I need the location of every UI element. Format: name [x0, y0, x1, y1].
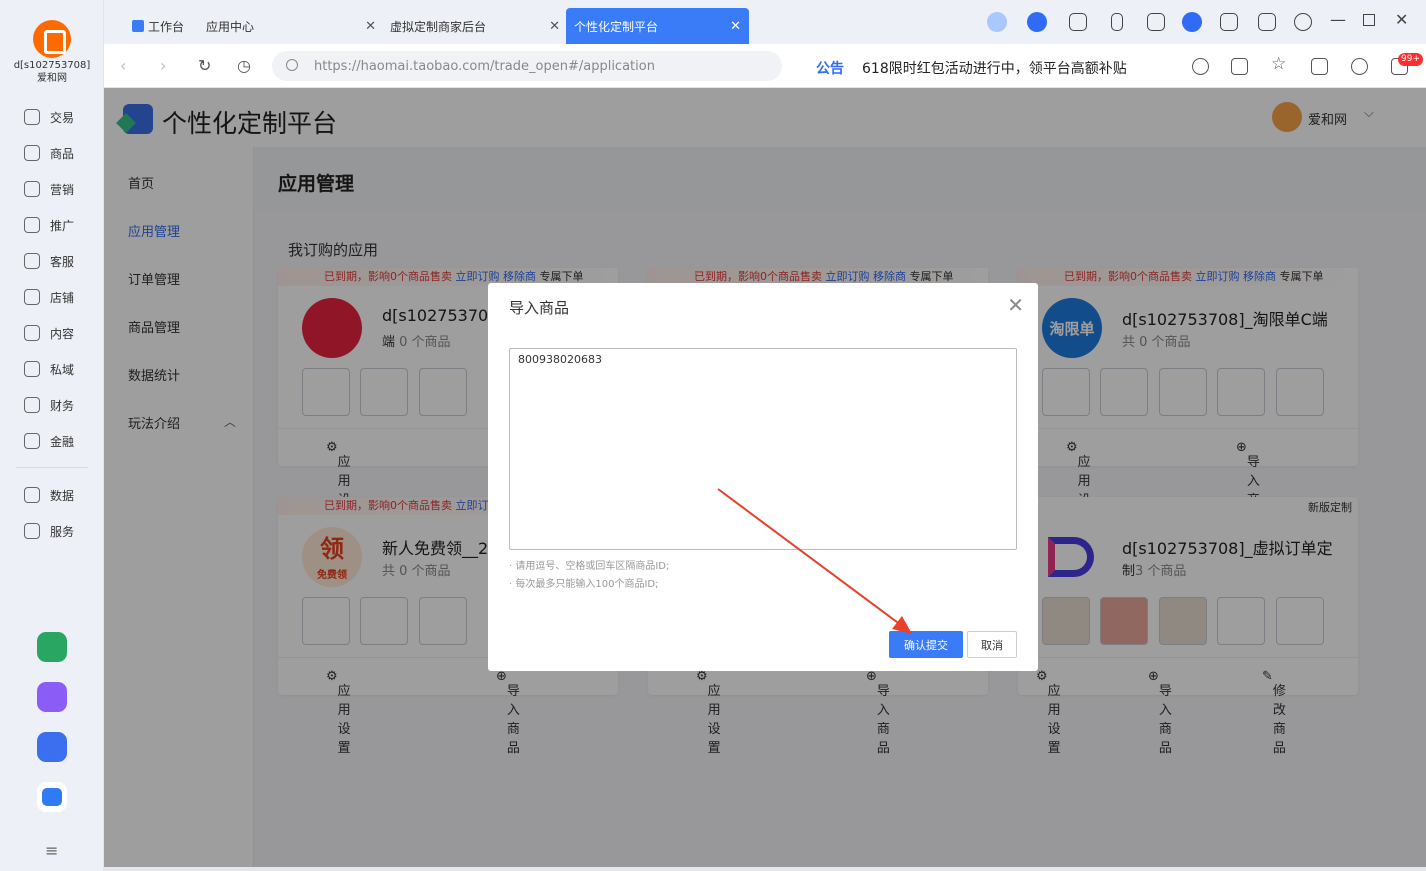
- shirt-icon[interactable]: [1258, 13, 1276, 31]
- headset-icon: [24, 253, 40, 269]
- settings-icon[interactable]: [1294, 13, 1312, 31]
- phone-icon[interactable]: [1111, 13, 1123, 31]
- sidebar-item-finance[interactable]: 财务: [24, 395, 74, 415]
- yuan-icon: [24, 397, 40, 413]
- sidebar-item-goods[interactable]: 商品: [24, 143, 74, 163]
- sidebar-item-data[interactable]: 数据: [24, 485, 74, 505]
- star-icon[interactable]: ☆: [1271, 54, 1288, 74]
- history-icon[interactable]: ◷: [237, 56, 251, 75]
- lightning-icon[interactable]: [1027, 12, 1047, 32]
- store-icon: [24, 289, 40, 305]
- trade-icon: [24, 109, 40, 125]
- back-icon[interactable]: ‹: [120, 56, 126, 75]
- coin-icon: [24, 433, 40, 449]
- forward-icon[interactable]: ›: [160, 56, 166, 75]
- sidebar-item-promote[interactable]: 推广: [24, 215, 74, 235]
- tab-merchant[interactable]: 虚拟定制商家后台 ✕: [390, 8, 560, 44]
- tab-app-center[interactable]: 应用中心 ✕: [206, 8, 376, 44]
- dialog-title: 导入商品: [509, 299, 570, 317]
- close-icon[interactable]: ✕: [549, 19, 560, 34]
- megaphone-icon: [24, 181, 40, 197]
- hint-text: · 请用逗号、空格或回车区隔商品ID;: [509, 561, 670, 572]
- message-badge: 99+: [1398, 53, 1423, 66]
- users-icon: [24, 361, 40, 377]
- user-id: d[s102753708] 爱和网: [13, 60, 91, 84]
- tab-workbench[interactable]: 工作台: [132, 8, 212, 44]
- close-icon[interactable]: ✕: [730, 19, 741, 34]
- refresh-icon[interactable]: [1192, 58, 1209, 75]
- home-icon: [132, 20, 144, 32]
- search-icon: [286, 59, 298, 71]
- status-strip: [104, 867, 1426, 871]
- address-bar: ‹ › ↻ ◷ https://haomai.taobao.com/trade_…: [104, 44, 1426, 88]
- cloud-icon[interactable]: [987, 12, 1007, 32]
- crown-app-icon[interactable]: [37, 732, 67, 762]
- url-field[interactable]: https://haomai.taobao.com/trade_open#/ap…: [272, 51, 782, 81]
- qianniu-logo-icon[interactable]: [33, 20, 71, 58]
- sidebar-item-trade[interactable]: 交易: [24, 107, 74, 127]
- grid-icon: [24, 523, 40, 539]
- cancel-button[interactable]: 取消: [967, 631, 1017, 658]
- tab-bar: 工作台 应用中心 ✕ 虚拟定制商家后台 ✕ 个性化定制平台 ✕ — ✕: [104, 0, 1426, 44]
- sidebar-item-content[interactable]: 内容: [24, 323, 74, 343]
- confirm-submit-button[interactable]: 确认提交: [889, 631, 963, 658]
- chart-icon: [24, 487, 40, 503]
- app-sidebar: d[s102753708] 爱和网 交易 商品 营销 推广 客服 店铺 内容 私域…: [0, 0, 104, 871]
- user-circle-icon[interactable]: [1182, 12, 1202, 32]
- sidebar-item-shop[interactable]: 店铺: [24, 287, 74, 307]
- announcement-text[interactable]: 618限时红包活动进行中，领平台高额补贴: [862, 58, 1127, 78]
- sidebar-item-banking[interactable]: 金融: [24, 431, 74, 451]
- goods-id-input[interactable]: 800938020683: [509, 348, 1017, 550]
- smile-icon[interactable]: [1351, 58, 1368, 75]
- layout-icon[interactable]: [1147, 13, 1165, 31]
- hint-text: · 每次最多只能输入100个商品ID;: [509, 579, 659, 590]
- bag-app-icon[interactable]: [37, 782, 67, 812]
- sidebar-item-marketing[interactable]: 营销: [24, 179, 74, 199]
- menu-icon[interactable]: ≡: [45, 841, 58, 860]
- reload-icon[interactable]: ↻: [198, 56, 211, 75]
- app-shortcut-icon[interactable]: [37, 632, 67, 662]
- file-icon[interactable]: [1311, 58, 1328, 75]
- edit-icon[interactable]: [1220, 13, 1238, 31]
- close-icon[interactable]: ✕: [1007, 293, 1024, 317]
- goods-icon: [24, 145, 40, 161]
- sidebar-item-services[interactable]: 服务: [24, 521, 74, 541]
- announcement-label: 公告: [816, 61, 844, 77]
- close-window-icon[interactable]: ✕: [1395, 10, 1408, 29]
- import-dialog: 导入商品 ✕ 800938020683 · 请用逗号、空格或回车区隔商品ID; …: [488, 283, 1038, 671]
- window-icon[interactable]: [1069, 13, 1087, 31]
- close-icon[interactable]: ✕: [365, 19, 376, 34]
- minimize-icon[interactable]: —: [1330, 10, 1346, 29]
- notes-app-icon[interactable]: [37, 682, 67, 712]
- copy-icon[interactable]: [1231, 58, 1248, 75]
- maximize-icon[interactable]: [1363, 14, 1375, 26]
- bulb-icon: [24, 217, 40, 233]
- sidebar-item-private[interactable]: 私域: [24, 359, 74, 379]
- divider: [16, 467, 88, 468]
- content-icon: [24, 325, 40, 341]
- tab-platform[interactable]: 个性化定制平台 ✕: [566, 8, 749, 44]
- sidebar-item-service[interactable]: 客服: [24, 251, 74, 271]
